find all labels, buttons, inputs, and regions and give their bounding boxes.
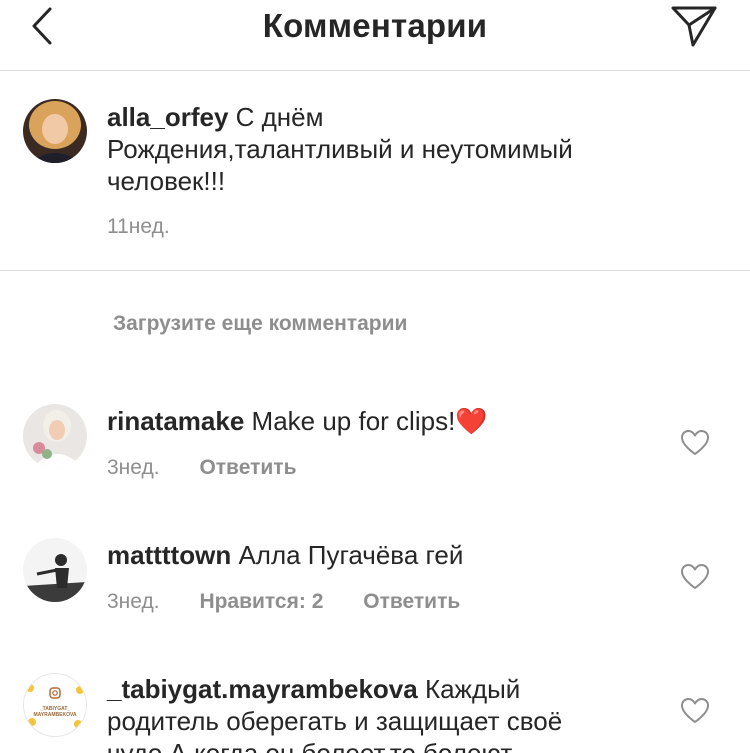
caption-block: alla_orfey С днём Рождения,талантливый и… [0,71,750,271]
caption-text-line1: С днём [235,102,324,132]
avatar[interactable] [23,538,87,602]
caption-username[interactable]: alla_orfey [107,102,228,132]
caption-text-line2: Рождения,талантливый и неутомимый [107,134,573,164]
comment-body-line1: Каждый [424,674,521,704]
heart-outline-icon [681,430,709,455]
like-button[interactable] [680,696,710,726]
reply-button[interactable]: Ответить [363,590,460,613]
comment-username[interactable]: rinatamake [107,406,244,436]
like-button[interactable] [680,562,710,592]
comment-timestamp: 3нед. [107,590,160,613]
comment-body: Алла Пугачёва гей [238,540,464,570]
load-more-comments-button[interactable]: Загрузите еще комментарии [113,312,407,336]
avatar-logo-text: _TABIYGAT_ MAYRAMBEKOVA [33,706,77,718]
comment-username[interactable]: mattttown [107,540,231,570]
header-bar: Комментарии [0,0,750,71]
avatar[interactable] [23,99,87,163]
page-title: Комментарии [262,7,488,44]
caption-timestamp: 11нед. [107,215,170,238]
comment-username[interactable]: _tabiygat.mayrambekova [107,674,418,704]
avatar[interactable]: _TABIYGAT_ MAYRAMBEKOVA [23,673,87,737]
heart-outline-icon [681,698,709,723]
likes-count[interactable]: Нравится: 2 [199,590,323,613]
share-button[interactable] [667,2,721,50]
comment-timestamp: 3нед. [107,456,160,479]
comment-text: _tabiygat.mayrambekova Каждый родитель о… [107,673,667,753]
comment-body-line3: чудо.А когда он болеет,то болеют [107,738,513,753]
heart-emoji-icon: ❤️ [455,406,488,436]
comment-meta: 3нед. Ответить [107,456,330,480]
reply-button[interactable]: Ответить [199,456,296,479]
like-button[interactable] [680,428,710,458]
comment-meta: 3нед. Нравится: 2 Ответить [107,590,494,614]
paper-plane-icon [671,6,717,47]
comment-text: rinatamake Make up for clips!❤️ [107,405,667,437]
comment-text: mattttown Алла Пугачёва гей [107,539,667,571]
comment-body-line2: родитель оберегать и защищает своё [107,706,563,736]
caption-meta: 11нед. [107,215,204,239]
comment-body: Make up for clips! [251,406,456,436]
heart-outline-icon [681,564,709,589]
avatar[interactable] [23,404,87,468]
caption-text-line3: человек!!! [107,166,226,196]
caption-text: alla_orfey С днём Рождения,талантливый и… [107,101,667,197]
